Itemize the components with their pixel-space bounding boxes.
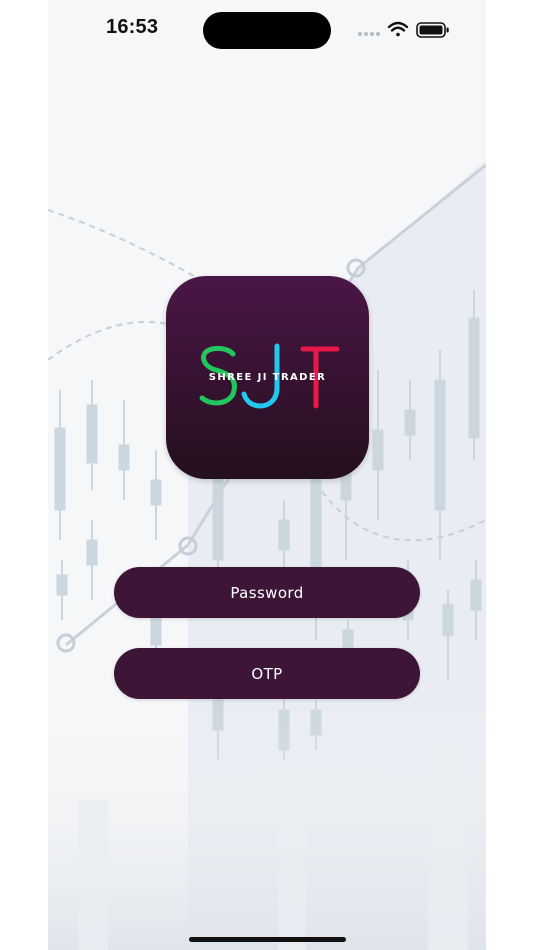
battery-icon <box>416 22 449 38</box>
login-screen: 16:53 SHREE JI TRADER Password OTP <box>48 0 486 950</box>
screen-margin-right <box>486 0 534 950</box>
app-logo: SHREE JI TRADER <box>166 276 369 479</box>
signal-dots-icon <box>358 32 380 36</box>
status-bar-time: 16:53 <box>106 16 159 38</box>
screen-margin-left <box>0 0 48 950</box>
otp-login-button[interactable]: OTP <box>114 648 420 699</box>
password-login-button[interactable]: Password <box>114 567 420 618</box>
status-bar-icons <box>358 20 453 40</box>
home-indicator[interactable] <box>189 937 346 942</box>
logo-tagline: SHREE JI TRADER <box>208 372 327 383</box>
wifi-icon <box>387 21 409 37</box>
dynamic-island <box>203 12 331 49</box>
